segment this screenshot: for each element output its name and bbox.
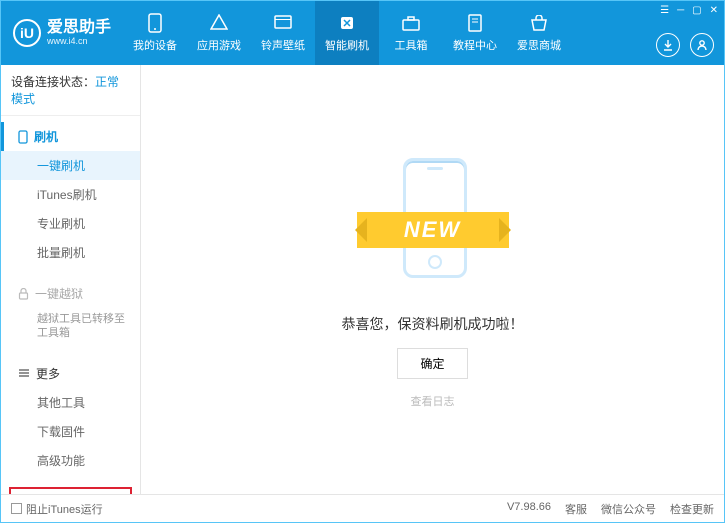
sidebar-item-oneclick-flash[interactable]: 一键刷机	[1, 151, 140, 180]
sidebar-head-label: 刷机	[34, 128, 58, 145]
ok-button[interactable]: 确定	[397, 348, 467, 379]
nav-label: 智能刷机	[325, 37, 369, 53]
header-action-icons	[656, 33, 714, 57]
lock-icon	[18, 288, 29, 300]
window-controls: ☰ ─ ▢ ✕	[660, 5, 718, 16]
version-label: V7.98.66	[507, 501, 551, 517]
nav-label: 应用游戏	[197, 37, 241, 53]
brand-url: www.i4.cn	[47, 36, 111, 46]
checkbox-icon	[11, 503, 22, 514]
apps-icon	[209, 13, 229, 33]
minimize-icon[interactable]: ─	[677, 5, 684, 16]
sidebar-head-flash[interactable]: 刷机	[1, 122, 140, 151]
nav-label: 教程中心	[453, 37, 497, 53]
nav-toolbox[interactable]: 工具箱	[379, 1, 443, 65]
nav-tutorial[interactable]: 教程中心	[443, 1, 507, 65]
nav-flash[interactable]: 智能刷机	[315, 1, 379, 65]
sidebar-head-label: 更多	[36, 365, 60, 382]
settings-icon[interactable]: ☰	[660, 5, 669, 16]
header: iU 爱思助手 www.i4.cn 我的设备 应用游戏 铃声壁纸 智能刷机	[1, 1, 724, 65]
phone-small-icon	[18, 130, 28, 144]
brand: iU 爱思助手 www.i4.cn	[1, 19, 123, 47]
sidebar-head-more[interactable]: 更多	[1, 359, 140, 388]
nav-tabs: 我的设备 应用游戏 铃声壁纸 智能刷机 工具箱 教程中心	[123, 1, 724, 65]
nav-store[interactable]: 爱思商城	[507, 1, 571, 65]
sidebar-item-itunes-flash[interactable]: iTunes刷机	[1, 180, 140, 209]
close-icon[interactable]: ✕	[710, 5, 718, 16]
nav-label: 爱思商城	[517, 37, 561, 53]
footer-link-wechat[interactable]: 微信公众号	[601, 501, 656, 517]
footer: 阻止iTunes运行 V7.98.66 客服 微信公众号 检查更新	[1, 494, 724, 522]
view-log-link[interactable]: 查看日志	[411, 393, 455, 409]
jailbreak-note: 越狱工具已转移至工具箱	[1, 308, 140, 347]
sidebar-head-label: 一键越狱	[35, 285, 83, 302]
maximize-icon[interactable]: ▢	[692, 5, 701, 16]
options-highlight-box: ✓自动激活 ✓跳过向导	[9, 487, 132, 494]
download-button[interactable]	[656, 33, 680, 57]
nav-label: 铃声壁纸	[261, 37, 305, 53]
sidebar-item-download-firmware[interactable]: 下载固件	[1, 417, 140, 446]
nav-apps[interactable]: 应用游戏	[187, 1, 251, 65]
flash-icon	[337, 13, 357, 33]
sidebar-item-advanced[interactable]: 高级功能	[1, 446, 140, 475]
nav-wallpaper[interactable]: 铃声壁纸	[251, 1, 315, 65]
wallpaper-icon	[273, 13, 293, 33]
checkbox-label: 阻止iTunes运行	[26, 501, 103, 517]
app-window: iU 爱思助手 www.i4.cn 我的设备 应用游戏 铃声壁纸 智能刷机	[0, 0, 725, 523]
sidebar-item-other-tools[interactable]: 其他工具	[1, 388, 140, 417]
sidebar: 设备连接状态：正常模式 刷机 一键刷机 iTunes刷机 专业刷机 批量刷机 一…	[1, 65, 141, 494]
store-icon	[529, 13, 549, 33]
footer-link-update[interactable]: 检查更新	[670, 501, 714, 517]
docs-icon	[465, 13, 485, 33]
success-message: 恭喜您，保资料刷机成功啦！	[342, 314, 524, 334]
nav-my-device[interactable]: 我的设备	[123, 1, 187, 65]
footer-link-support[interactable]: 客服	[565, 501, 587, 517]
toolbox-icon	[401, 13, 421, 33]
body: 设备连接状态：正常模式 刷机 一键刷机 iTunes刷机 专业刷机 批量刷机 一…	[1, 65, 724, 494]
connection-label: 设备连接状态：	[11, 75, 95, 89]
brand-logo-icon: iU	[13, 19, 41, 47]
sidebar-item-pro-flash[interactable]: 专业刷机	[1, 209, 140, 238]
main-content: NEW 恭喜您，保资料刷机成功啦！ 确定 查看日志	[141, 65, 724, 494]
user-button[interactable]	[690, 33, 714, 57]
nav-label: 我的设备	[133, 37, 177, 53]
footer-right: V7.98.66 客服 微信公众号 检查更新	[507, 501, 714, 517]
success-illustration: NEW	[353, 150, 513, 300]
sidebar-item-batch-flash[interactable]: 批量刷机	[1, 238, 140, 267]
brand-title: 爱思助手	[47, 20, 111, 36]
new-ribbon: NEW	[357, 212, 509, 248]
phone-icon	[145, 13, 165, 33]
more-icon	[18, 368, 30, 378]
checkbox-block-itunes[interactable]: 阻止iTunes运行	[11, 501, 103, 517]
nav-label: 工具箱	[395, 37, 428, 53]
connection-status: 设备连接状态：正常模式	[1, 65, 140, 116]
sidebar-head-jailbreak[interactable]: 一键越狱	[1, 279, 140, 308]
